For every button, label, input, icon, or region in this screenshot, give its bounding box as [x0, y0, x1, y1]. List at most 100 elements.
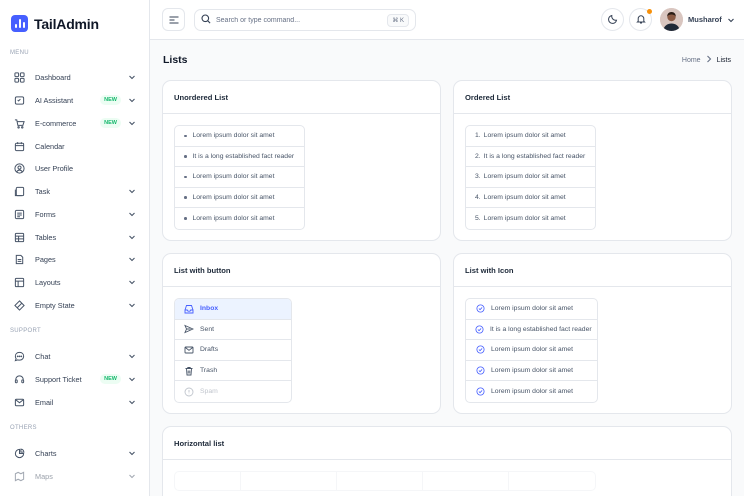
chat-icon: [12, 349, 26, 363]
bullet-icon: [184, 155, 187, 158]
list-button-trash[interactable]: Trash: [175, 361, 291, 382]
list-button-label: Drafts: [200, 346, 219, 354]
list-item-text: Lorem ipsum dolor sit amet: [192, 215, 275, 223]
list-button-drafts[interactable]: Drafts: [175, 340, 291, 361]
map-icon: [12, 469, 26, 483]
theme-toggle-button[interactable]: [601, 8, 624, 31]
chevron-down-icon: [128, 352, 136, 360]
sidebar-item-chat[interactable]: Chat: [12, 347, 136, 365]
sidebar-item-calendar[interactable]: Calendar: [12, 137, 136, 155]
list-button-label: Trash: [200, 367, 218, 375]
trash-icon: [184, 366, 194, 376]
sidebar-item-maps[interactable]: Maps: [12, 467, 136, 485]
list-item-text: Lorem ipsum dolor sit amet: [491, 305, 573, 313]
chevron-down-icon: [128, 449, 136, 457]
sidebar-item-email[interactable]: Email: [12, 393, 136, 411]
sidebar-item-pages[interactable]: Pages: [12, 250, 136, 268]
notification-dot: [647, 9, 652, 14]
sidebar-item-ai-assistant[interactable]: AI Assistant NEW: [12, 91, 136, 109]
unordered-list-card: Unordered List Lorem ipsum dolor sit ame…: [162, 80, 441, 241]
search-input[interactable]: [216, 16, 388, 24]
new-badge: NEW: [100, 374, 121, 384]
sidebar-item-label: Support Ticket: [35, 374, 82, 384]
card-title: Unordered List: [163, 81, 440, 114]
button-list-card: List with button Inbox Sent Drafts Trash…: [162, 253, 441, 414]
user-menu[interactable]: Musharof: [660, 8, 735, 31]
list-item: It is a long established fact reader: [466, 320, 597, 341]
sidebar-item-task[interactable]: Task: [12, 182, 136, 200]
sidebar-item-forms[interactable]: Forms: [12, 205, 136, 223]
bullet-icon: [184, 175, 187, 179]
list-button-inbox[interactable]: Inbox: [175, 299, 291, 320]
chevron-down-icon: [128, 472, 136, 480]
list-number: 1.: [475, 132, 481, 140]
card-title: List with button: [163, 254, 440, 287]
horizontal-list-item: [423, 472, 509, 490]
unordered-list: Lorem ipsum dolor sit amet It is a long …: [174, 125, 305, 230]
list-button-label: Sent: [200, 325, 214, 333]
horizontal-list-item: [241, 472, 337, 490]
chevron-down-icon: [128, 73, 136, 81]
send-icon: [184, 324, 194, 334]
chevron-down-icon: [128, 278, 136, 286]
sidebar-item-tables[interactable]: Tables: [12, 228, 136, 246]
sidebar-item-empty-state[interactable]: Empty State: [12, 296, 136, 314]
sidebar-item-user-profile[interactable]: User Profile: [12, 159, 136, 177]
list-button-label: Inbox: [200, 305, 219, 313]
list-button-label: Spam: [200, 388, 218, 396]
sidebar-item-label: Charts: [35, 448, 57, 458]
ordered-list-card: Ordered List 1. Lorem ipsum dolor sit ame…: [453, 80, 732, 241]
empty-state-icon: [12, 298, 26, 312]
chevron-down-icon: [727, 11, 735, 29]
search-box[interactable]: ⌘ K: [194, 9, 416, 31]
sidebar-item-dashboard[interactable]: Dashboard: [12, 68, 136, 86]
list-item-text: Lorem ipsum dolor sit amet: [483, 132, 566, 140]
list-item: 2. It is a long established fact reader: [466, 147, 595, 168]
sidebar-item-layouts[interactable]: Layouts: [12, 273, 136, 291]
notifications-button[interactable]: [629, 8, 652, 31]
card-title: Ordered List: [454, 81, 731, 114]
pie-chart-icon: [12, 446, 26, 460]
list-item-text: Lorem ipsum dolor sit amet: [483, 173, 566, 181]
sidebar: TailAdmin MENU Dashboard AI Assistant NE…: [0, 0, 150, 496]
brand-logo[interactable]: TailAdmin: [11, 15, 99, 32]
bullet-icon: [184, 134, 187, 138]
chevron-down-icon: [128, 96, 136, 104]
breadcrumb-home-link[interactable]: Home: [682, 57, 701, 64]
chevron-right-icon: [706, 55, 712, 65]
horizontal-list-item: [175, 472, 241, 490]
check-circle-icon: [475, 387, 485, 397]
sidebar-item-label: Maps: [35, 471, 53, 481]
list-item: 1. Lorem ipsum dolor sit amet: [466, 126, 595, 147]
breadcrumb: Home Lists: [682, 55, 731, 65]
list-button-spam[interactable]: Spam: [175, 381, 291, 402]
card-title: List with Icon: [454, 254, 731, 287]
check-circle-icon: [475, 324, 484, 334]
brand-name: TailAdmin: [34, 15, 99, 32]
sidebar-item-label: Chat: [35, 351, 51, 361]
logo-icon: [11, 15, 28, 32]
sidebar-item-label: Forms: [35, 209, 56, 219]
sidebar-item-label: Layouts: [35, 277, 61, 287]
sidebar-item-charts[interactable]: Charts: [12, 444, 136, 462]
sidebar-item-ecommerce[interactable]: E-commerce NEW: [12, 114, 136, 132]
alert-icon: [184, 387, 194, 397]
ordered-list: 1. Lorem ipsum dolor sit amet 2. It is a l…: [465, 125, 596, 230]
list-item: Lorem ipsum dolor sit amet: [175, 126, 304, 147]
moon-icon: [607, 11, 618, 29]
pages-icon: [12, 252, 26, 266]
check-circle-icon: [475, 345, 485, 355]
sidebar-item-label: Email: [35, 397, 54, 407]
sidebar-item-label: Calendar: [35, 141, 65, 151]
list-item: Lorem ipsum dolor sit amet: [175, 167, 304, 188]
inbox-icon: [184, 304, 194, 314]
task-icon: [12, 184, 26, 198]
list-button-sent[interactable]: Sent: [175, 320, 291, 341]
sidebar-toggle-button[interactable]: [162, 8, 185, 31]
sidebar-item-label: Task: [35, 186, 51, 196]
sparkle-icon: [12, 93, 26, 107]
chevron-down-icon: [128, 233, 136, 241]
list-item: Lorem ipsum dolor sit amet: [466, 340, 597, 361]
icon-list-card: List with Icon Lorem ipsum dolor sit ame…: [453, 253, 732, 414]
sidebar-item-support-ticket[interactable]: Support Ticket NEW: [12, 370, 136, 388]
